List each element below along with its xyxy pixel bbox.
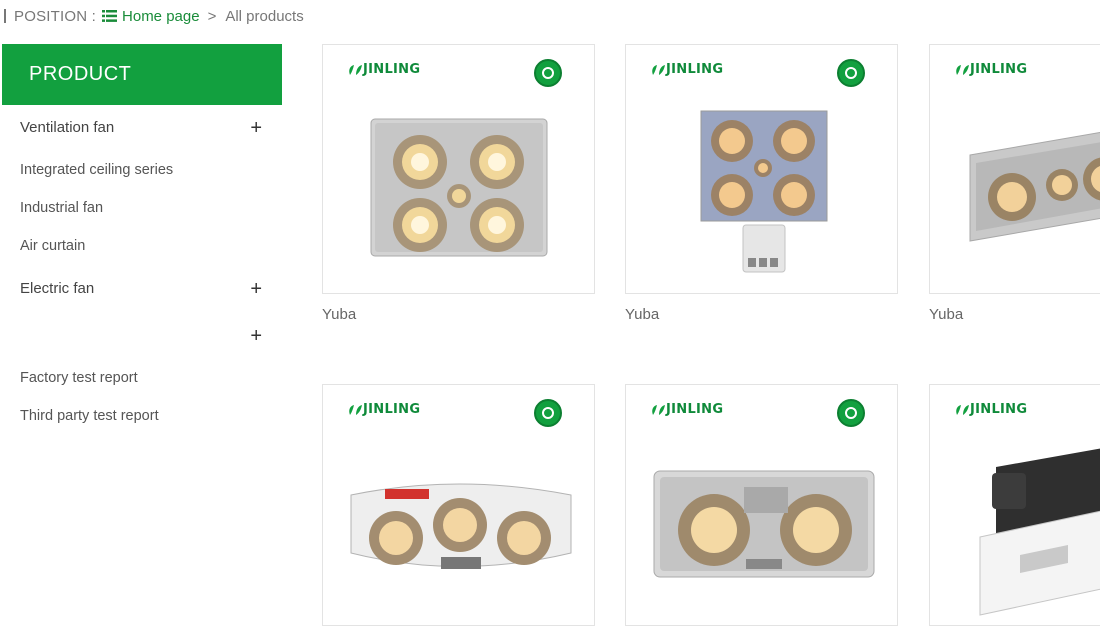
breadcrumb: POSITION : Home page > All products — [0, 6, 304, 26]
list-icon — [102, 10, 118, 22]
product-card[interactable]: JINLING — [322, 44, 595, 294]
position-label: POSITION : — [14, 7, 97, 25]
expand-plus-icon[interactable]: + — [250, 117, 262, 140]
product-name[interactable]: Yuba — [625, 306, 659, 323]
sidebar-item-integrated-ceiling[interactable]: Integrated ceiling series — [20, 162, 173, 178]
sidebar-item-label: Air curtain — [20, 238, 86, 254]
breadcrumb-divider — [4, 9, 6, 23]
heater-square-panel-image — [700, 110, 828, 273]
sidebar-item-electric-fan[interactable]: Electric fan + — [20, 278, 276, 300]
product-card[interactable]: JINLING — [929, 44, 1100, 294]
product-name[interactable]: Yuba — [929, 306, 963, 323]
heater-3-lamp-image — [350, 483, 572, 569]
product-card[interactable]: JINLING — [322, 384, 595, 626]
sidebar-item-label: Third party test report — [20, 408, 159, 424]
sidebar-item-third-party-report[interactable]: Third party test report — [20, 408, 159, 424]
sidebar-item-air-curtain[interactable]: Air curtain — [20, 238, 85, 254]
heater-long-panel-image — [969, 131, 1100, 242]
product-name[interactable]: Yuba — [322, 306, 356, 323]
sidebar-item-label: Industrial fan — [20, 200, 104, 216]
breadcrumb-separator: > — [207, 7, 217, 25]
sidebar-item-ventilation-fan[interactable]: Ventilation fan + — [20, 117, 276, 139]
sidebar-item-label: Ventilation fan — [20, 119, 115, 136]
sidebar-item-factory-test-report[interactable]: Factory test report — [20, 370, 138, 386]
home-link[interactable]: Home page — [102, 8, 200, 25]
sidebar-title: PRODUCT — [2, 44, 282, 105]
home-link-label: Home page — [122, 7, 200, 25]
product-card[interactable]: JINLING — [625, 384, 898, 626]
ceiling-vent-fan-image — [979, 448, 1100, 616]
sidebar-item-industrial-fan[interactable]: Industrial fan — [20, 200, 103, 216]
sidebar-item-label: Factory test report — [20, 370, 138, 386]
product-card[interactable]: JINLING — [625, 44, 898, 294]
expand-plus-icon[interactable]: + — [250, 325, 262, 348]
sidebar-item-label: Integrated ceiling series — [20, 162, 174, 178]
heater-2-lamp-image — [653, 470, 875, 578]
product-sidebar: PRODUCT — [2, 44, 282, 105]
product-card[interactable]: JINLING — [929, 384, 1100, 626]
sidebar-item-label: Electric fan — [20, 280, 95, 297]
heater-4-lamp-image — [370, 118, 548, 257]
expand-plus-icon[interactable]: + — [250, 278, 262, 301]
breadcrumb-current: All products — [225, 7, 304, 25]
